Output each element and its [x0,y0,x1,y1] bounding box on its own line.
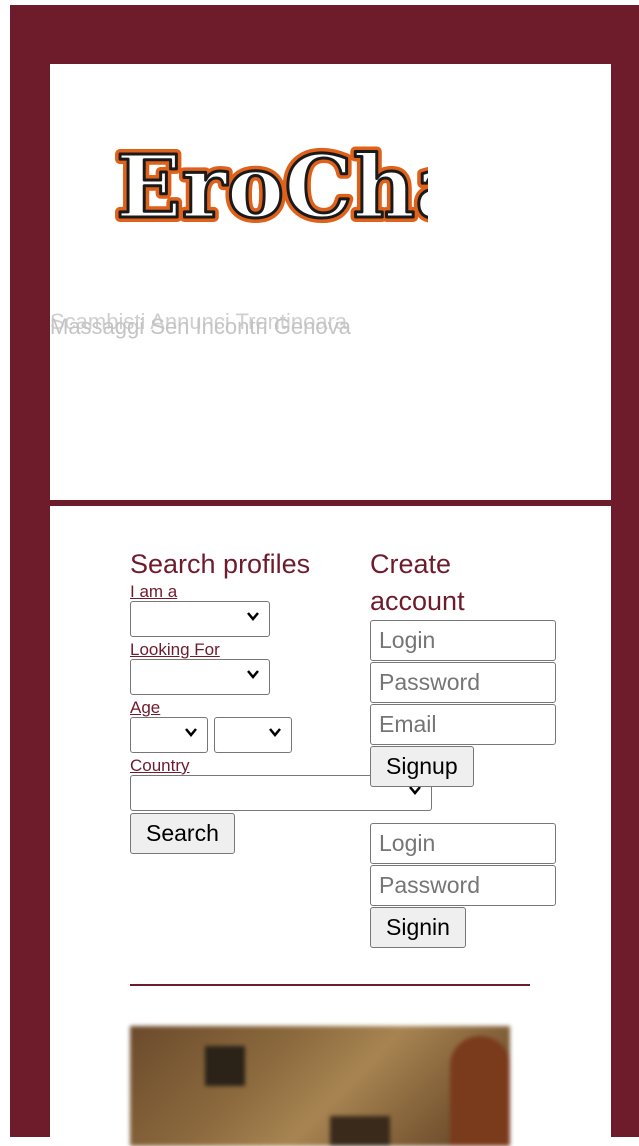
tagline-front[interactable]: Massaggi Sen Incontri Genova [50,314,351,340]
signup-password-input[interactable] [370,662,556,703]
signup-login-input[interactable] [370,620,556,661]
svg-text:EroChat: EroChat [116,137,428,238]
age-min-select[interactable] [130,717,208,753]
photo-figure [450,1036,510,1146]
country-label: Country [130,756,190,775]
age-range [130,717,360,753]
signup-button[interactable]: Signup [370,746,474,787]
chevron-down-icon [247,612,259,621]
photo-shadow [330,1116,390,1146]
iam-select[interactable] [130,601,270,637]
signin-login-input[interactable] [370,823,556,864]
header-panel: EroChat EroChat Scambisti Annunci Trenti… [50,64,611,500]
signin-form: Signin [370,823,570,948]
signin-password-input[interactable] [370,865,556,906]
search-title: Search profiles [130,549,311,579]
main-panel: Search profiles I am a Looking For Age C… [50,506,611,1146]
profile-photo[interactable] [130,1026,510,1146]
erochat-logo[interactable]: EroChat EroChat [108,119,428,249]
chevron-down-icon [269,728,281,737]
chevron-down-icon [185,728,197,737]
signin-button[interactable]: Signin [370,907,466,948]
signup-email-input[interactable] [370,704,556,745]
looking-for-select[interactable] [130,659,270,695]
search-form: Search profiles I am a Looking For Age C… [130,546,432,854]
looking-for-label: Looking For [130,640,220,659]
search-button[interactable]: Search [130,813,235,854]
photo-shadow [205,1046,245,1086]
section-divider [130,984,530,986]
create-account-title: Create account [370,549,465,616]
age-max-select[interactable] [214,717,292,753]
chevron-down-icon [247,670,259,679]
signup-form: Create account Signup Signin [370,546,570,948]
iam-label: I am a [130,582,178,601]
age-label: Age [130,698,161,717]
